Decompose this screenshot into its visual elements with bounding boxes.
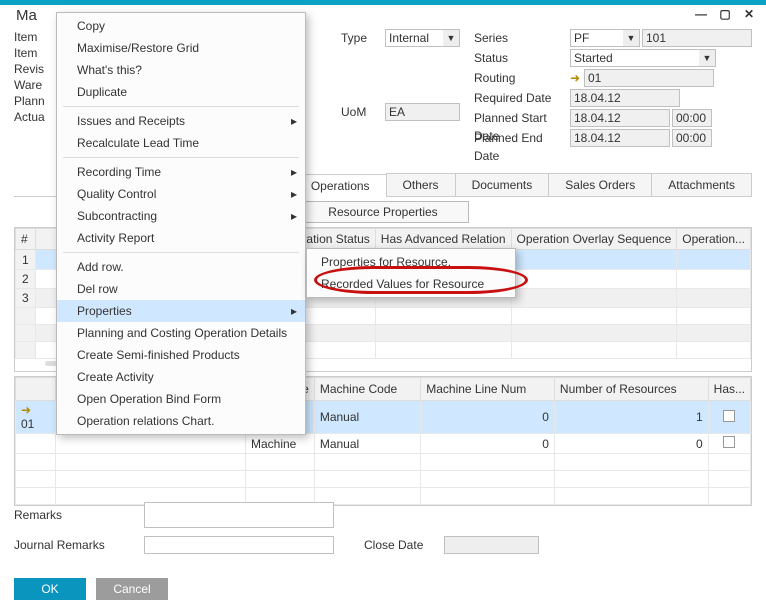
menu-maximise-restore-grid[interactable]: Maximise/Restore Grid: [57, 37, 305, 59]
series-label: Series: [474, 29, 566, 47]
menu-what-s-this[interactable]: What's this?: [57, 59, 305, 81]
resource-properties-button[interactable]: Resource Properties: [297, 201, 468, 223]
menu-add-row[interactable]: Add row.: [57, 256, 305, 278]
close-date-label: Close Date: [364, 538, 444, 552]
journal-remarks-label: Journal Remarks: [14, 538, 144, 552]
status-label: Status: [474, 49, 566, 67]
col2-num-resources[interactable]: Number of Resources: [554, 378, 708, 401]
maximize-button[interactable]: ▢: [718, 7, 732, 21]
planned-start-label: Planned Start Date: [474, 109, 566, 127]
tab-sales-orders[interactable]: Sales Orders: [548, 173, 652, 196]
uom-field: EA: [385, 103, 460, 121]
menu-operation-relations-chart[interactable]: Operation relations Chart.: [57, 410, 305, 432]
type-label: Type: [341, 29, 381, 47]
routing-label: Routing: [474, 69, 566, 87]
link-arrow-icon[interactable]: [21, 403, 35, 417]
col-operation-more[interactable]: Operation...: [677, 229, 751, 250]
menu-create-semi-finished-products[interactable]: Create Semi-finished Products: [57, 344, 305, 366]
planned-end-label: Planned End Date: [474, 129, 566, 147]
properties-submenu[interactable]: Properties for Resource. Recorded Values…: [306, 248, 516, 298]
menu-issues-and-receipts[interactable]: Issues and Receipts: [57, 110, 305, 132]
tab-attachments[interactable]: Attachments: [651, 173, 752, 196]
menu-properties-for-resource[interactable]: Properties for Resource.: [307, 251, 515, 273]
menu-del-row[interactable]: Del row: [57, 278, 305, 300]
menu-recalculate-lead-time[interactable]: Recalculate Lead Time: [57, 132, 305, 154]
menu-planning-and-costing-operation-details[interactable]: Planning and Costing Operation Details: [57, 322, 305, 344]
close-date-field: [444, 536, 539, 554]
col2-machine-line-num[interactable]: Machine Line Num: [421, 378, 555, 401]
close-button[interactable]: ✕: [742, 7, 756, 21]
planned-end-time-field: 00:00: [672, 129, 712, 147]
menu-recorded-values-for-resource[interactable]: Recorded Values for Resource: [307, 273, 515, 295]
uom-label: UoM: [341, 103, 381, 121]
table-row: [16, 471, 751, 488]
menu-copy[interactable]: Copy: [57, 15, 305, 37]
menu-create-activity[interactable]: Create Activity: [57, 366, 305, 388]
menu-quality-control[interactable]: Quality Control: [57, 183, 305, 205]
tab-others[interactable]: Others: [386, 173, 456, 196]
table-row[interactable]: Machine Manual 0 0: [16, 434, 751, 454]
planned-end-date-field: 18.04.12: [570, 129, 670, 147]
menu-duplicate[interactable]: Duplicate: [57, 81, 305, 103]
tab-operations[interactable]: Operations: [294, 174, 387, 197]
table-row: [16, 454, 751, 471]
checkbox[interactable]: [723, 436, 735, 448]
col2-link[interactable]: [16, 378, 56, 401]
minimize-button[interactable]: —: [694, 7, 708, 21]
col-rownum[interactable]: #: [16, 229, 36, 250]
required-date-field: 18.04.12: [570, 89, 680, 107]
cancel-button[interactable]: Cancel: [96, 578, 168, 600]
menu-open-operation-bind-form[interactable]: Open Operation Bind Form: [57, 388, 305, 410]
menu-properties[interactable]: Properties: [57, 300, 305, 322]
routing-field: 01: [584, 69, 714, 87]
planned-start-date-field: 18.04.12: [570, 109, 670, 127]
series-select[interactable]: PF▼: [570, 29, 640, 47]
type-select[interactable]: Internal▼: [385, 29, 460, 47]
context-menu[interactable]: CopyMaximise/Restore GridWhat's this?Dup…: [56, 12, 306, 435]
remarks-field[interactable]: [144, 502, 334, 528]
col2-machine-code[interactable]: Machine Code: [314, 378, 420, 401]
tab-documents[interactable]: Documents: [455, 173, 550, 196]
col2-has[interactable]: Has...: [708, 378, 750, 401]
planned-start-time-field: 00:00: [672, 109, 712, 127]
menu-activity-report[interactable]: Activity Report: [57, 227, 305, 249]
required-date-label: Required Date: [474, 89, 566, 107]
checkbox[interactable]: [723, 410, 735, 422]
col-overlay-seq[interactable]: Operation Overlay Sequence: [511, 229, 677, 250]
link-arrow-icon[interactable]: [570, 71, 584, 85]
series-number-field: 101: [642, 29, 752, 47]
window-title: Ma: [16, 7, 37, 24]
remarks-label: Remarks: [14, 508, 144, 522]
col-has-advanced[interactable]: Has Advanced Relation: [375, 229, 511, 250]
journal-remarks-field[interactable]: [144, 536, 334, 554]
status-select[interactable]: Started▼: [570, 49, 716, 67]
menu-recording-time[interactable]: Recording Time: [57, 161, 305, 183]
ok-button[interactable]: OK: [14, 578, 86, 600]
menu-subcontracting[interactable]: Subcontracting: [57, 205, 305, 227]
